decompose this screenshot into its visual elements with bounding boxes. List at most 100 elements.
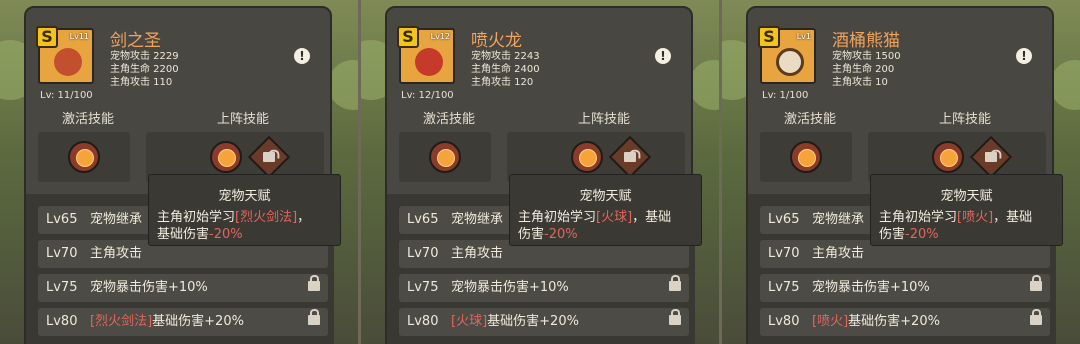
pet-avatar[interactable]: S Lv12 <box>397 26 455 84</box>
info-button[interactable]: ! <box>655 48 671 64</box>
rarity-badge: S <box>36 26 58 48</box>
locked-slot-icon[interactable] <box>608 135 652 179</box>
pet-panel-0: S Lv11 Lv: 11/100 剑之圣 宠物攻击 2229 主角生命 220… <box>0 0 358 344</box>
rarity-badge: S <box>758 26 780 48</box>
fireball-skill-icon[interactable] <box>571 141 603 173</box>
tooltip-title: 宠物天赋 <box>940 189 993 204</box>
talent-row[interactable]: Lv75 宠物暴击伤害+10% <box>38 274 328 302</box>
fire-skill-icon[interactable] <box>68 141 100 173</box>
info-button[interactable]: ! <box>294 48 310 64</box>
pet-portrait-icon <box>54 48 82 76</box>
talent-text: 基础伤害+20% <box>152 314 244 329</box>
talent-text: 宠物继承 <box>812 212 865 227</box>
talent-row[interactable]: Lv75 宠物暴击伤害+10% <box>399 274 689 302</box>
talent-row[interactable]: Lv75 宠物暴击伤害+10% <box>760 274 1050 302</box>
tooltip-title: 宠物天赋 <box>579 189 632 204</box>
stat-hero-hp: 主角生命 2400 <box>471 64 540 75</box>
info-button[interactable]: ! <box>1016 48 1032 64</box>
pet-panel-1: S Lv12 Lv: 12/100 喷火龙 宠物攻击 2243 主角生命 240… <box>361 0 719 344</box>
level-progress: Lv: 1/100 <box>762 90 809 101</box>
background-foliage <box>328 60 358 110</box>
talent-text: 基础伤害+20% <box>848 314 940 329</box>
talent-level: Lv75 <box>768 280 800 295</box>
talent-text: 主角攻击 <box>451 246 504 261</box>
talent-level: Lv80 <box>768 314 800 329</box>
locked-slot-icon[interactable] <box>247 135 291 179</box>
rarity-badge: S <box>397 26 419 48</box>
tooltip-text: ， <box>297 210 311 225</box>
tooltip-value: -20% <box>905 227 939 242</box>
pet-stats: 宠物攻击 2243 主角生命 2400 主角攻击 120 <box>471 50 540 89</box>
tooltip-skill: [烈火剑法] <box>235 210 298 225</box>
lock-icon <box>308 309 320 325</box>
fireball-skill-icon[interactable] <box>210 141 242 173</box>
fire-skill-icon[interactable] <box>790 141 822 173</box>
talent-level: Lv70 <box>768 246 800 261</box>
talent-text: 宠物继承 <box>451 212 504 227</box>
stat-hero-attack: 主角攻击 120 <box>471 77 534 88</box>
talent-level: Lv70 <box>407 246 439 261</box>
tooltip-skill: [火球] <box>596 210 633 225</box>
talent-level: Lv65 <box>768 212 800 227</box>
tooltip-value: -20% <box>544 227 578 242</box>
talent-text: 宠物暴击伤害+10% <box>451 280 569 295</box>
talent-text: 宠物暴击伤害+10% <box>90 280 208 295</box>
stat-pet-attack: 宠物攻击 2229 <box>110 51 179 62</box>
talent-level: Lv65 <box>46 212 78 227</box>
active-skill-slot <box>399 132 491 182</box>
tooltip-text: ，基础 <box>632 210 672 225</box>
avatar-level: Lv1 <box>796 32 811 41</box>
stat-hero-attack: 主角攻击 110 <box>110 77 173 88</box>
active-skill-label: 激活技能 <box>422 112 475 127</box>
fireball-skill-icon[interactable] <box>932 141 964 173</box>
pet-avatar[interactable]: S Lv11 <box>36 26 94 84</box>
level-progress: Lv: 11/100 <box>40 90 93 101</box>
talent-level: Lv75 <box>407 280 439 295</box>
talent-skill: [火球] <box>451 314 488 329</box>
stat-pet-attack: 宠物攻击 2243 <box>471 51 540 62</box>
background-foliage <box>1050 60 1080 110</box>
pet-panel-2: S Lv1 Lv: 1/100 酒桶熊猫 宠物攻击 1500 主角生命 200 … <box>722 0 1080 344</box>
pet-name: 剑之圣 <box>110 31 161 51</box>
talent-text: 宠物继承 <box>90 212 143 227</box>
level-progress: Lv: 12/100 <box>401 90 454 101</box>
talent-level: Lv80 <box>407 314 439 329</box>
pet-avatar[interactable]: S Lv1 <box>758 26 816 84</box>
equipped-skill-label: 上阵技能 <box>938 112 991 127</box>
talent-tooltip: 宠物天赋 主角初始学习[烈火剑法]， 基础伤害-20% <box>148 174 341 246</box>
tooltip-body: 主角初始学习[火球]，基础 伤害-20% <box>518 209 695 243</box>
talent-skill: [烈火剑法] <box>90 314 153 329</box>
tooltip-text: 基础伤害 <box>157 227 210 242</box>
talent-row[interactable]: Lv80 [火球]基础伤害+20% <box>399 308 689 336</box>
avatar-level: Lv11 <box>69 32 89 41</box>
locked-slot-icon[interactable] <box>969 135 1013 179</box>
talent-text: 基础伤害+20% <box>487 314 579 329</box>
active-skill-label: 激活技能 <box>783 112 836 127</box>
talent-row[interactable]: Lv80 [喷火]基础伤害+20% <box>760 308 1050 336</box>
lock-icon <box>1030 275 1042 291</box>
lock-icon <box>1030 309 1042 325</box>
tooltip-body: 主角初始学习[喷火]，基础 伤害-20% <box>879 209 1056 243</box>
talent-skill: [喷火] <box>812 314 849 329</box>
equipped-skill-label: 上阵技能 <box>216 112 269 127</box>
active-skill-label: 激活技能 <box>61 112 114 127</box>
pet-name: 喷火龙 <box>471 31 522 51</box>
tooltip-text: 伤害 <box>518 227 545 242</box>
lock-icon <box>669 275 681 291</box>
stat-hero-hp: 主角生命 2200 <box>110 64 179 75</box>
pet-stats: 宠物攻击 2229 主角生命 2200 主角攻击 110 <box>110 50 179 89</box>
tooltip-body: 主角初始学习[烈火剑法]， 基础伤害-20% <box>157 209 334 243</box>
talent-level: Lv70 <box>46 246 78 261</box>
talent-tooltip: 宠物天赋 主角初始学习[喷火]，基础 伤害-20% <box>870 174 1063 246</box>
talent-row[interactable]: Lv80 [烈火剑法]基础伤害+20% <box>38 308 328 336</box>
talent-level: Lv65 <box>407 212 439 227</box>
tooltip-skill: [喷火] <box>957 210 994 225</box>
stat-hero-attack: 主角攻击 10 <box>832 77 888 88</box>
tooltip-text: 伤害 <box>879 227 906 242</box>
talent-text: 主角攻击 <box>812 246 865 261</box>
active-skill-slot <box>760 132 852 182</box>
lock-icon <box>308 275 320 291</box>
fire-skill-icon[interactable] <box>429 141 461 173</box>
talent-level: Lv80 <box>46 314 78 329</box>
equipped-skill-label: 上阵技能 <box>577 112 630 127</box>
